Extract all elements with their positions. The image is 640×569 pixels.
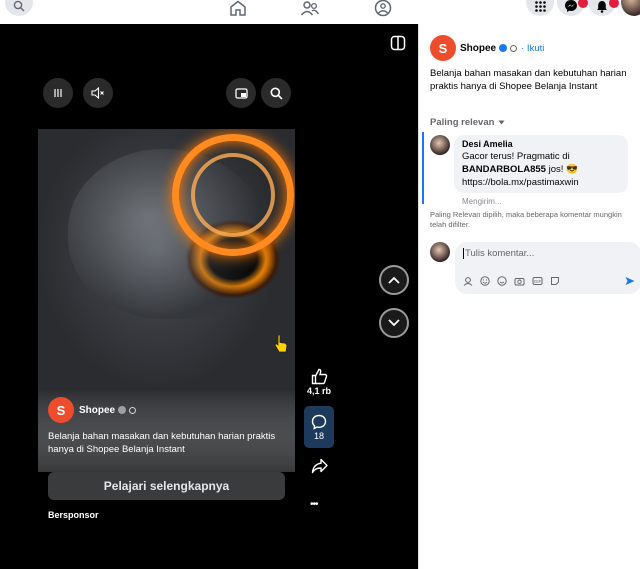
pause-icon bbox=[54, 89, 62, 97]
comment-icon bbox=[311, 414, 327, 430]
post-panel: S Shopee · Ikuti Belanja bahan masakan d… bbox=[418, 24, 640, 569]
post-caption: Belanja bahan masakan dan kebutuhan hari… bbox=[430, 68, 627, 92]
post-page-name[interactable]: Shopee bbox=[460, 43, 496, 54]
like-action[interactable]: 4,1 rb bbox=[307, 368, 331, 396]
picture-in-picture-button[interactable] bbox=[226, 78, 256, 108]
profile-avatar[interactable] bbox=[621, 0, 640, 16]
follow-button[interactable]: · Ikuti bbox=[521, 43, 544, 54]
comment-line-1: Gacor terus! Pragmatic di bbox=[462, 151, 570, 162]
search-button[interactable] bbox=[5, 0, 33, 16]
globe-icon bbox=[510, 44, 518, 52]
share-action[interactable] bbox=[311, 458, 328, 474]
video-page-name[interactable]: Shopee bbox=[79, 405, 115, 416]
top-navigation-bar bbox=[0, 0, 640, 24]
comment-composer: Tulis komentar... GIF bbox=[455, 242, 640, 294]
chevron-down-icon bbox=[388, 319, 400, 327]
comment-count: 18 bbox=[313, 430, 324, 441]
cursor-hand-icon bbox=[274, 334, 288, 354]
inner-visor-ring bbox=[191, 153, 275, 237]
expand-panel-button[interactable] bbox=[390, 35, 406, 51]
pip-icon bbox=[234, 87, 248, 99]
gif-icon[interactable]: GIF bbox=[532, 273, 543, 291]
friends-icon[interactable] bbox=[298, 0, 322, 18]
like-count: 4,1 rb bbox=[307, 386, 332, 396]
sponsored-label: Bersponsor bbox=[48, 510, 99, 520]
learn-more-button[interactable]: Pelajari selengkapnya bbox=[48, 472, 285, 500]
comment-bold-text: BANDARBOLA855 bbox=[462, 164, 546, 175]
search-icon bbox=[270, 87, 283, 100]
muted-speaker-icon bbox=[91, 87, 104, 99]
sort-label: Paling relevan bbox=[430, 117, 495, 128]
sticker-icon[interactable] bbox=[550, 273, 560, 291]
svg-text:GIF: GIF bbox=[534, 279, 542, 284]
commenter-avatar[interactable] bbox=[430, 135, 450, 155]
camera-icon[interactable] bbox=[514, 273, 525, 291]
more-options-button[interactable]: ••• bbox=[310, 499, 318, 510]
emoji-icon[interactable] bbox=[480, 273, 490, 291]
my-avatar[interactable] bbox=[430, 242, 450, 262]
shopee-logo[interactable]: S bbox=[48, 397, 74, 423]
zoom-button[interactable] bbox=[261, 78, 291, 108]
post-header: S Shopee · Ikuti bbox=[430, 35, 544, 61]
notifications-badge bbox=[609, 0, 619, 8]
filter-note: Paling Relevan dipilih, maka beberapa ko… bbox=[430, 210, 622, 229]
thumbs-up-icon bbox=[311, 368, 327, 385]
comment-line-2-rest: jos! 😎 bbox=[545, 164, 578, 175]
comment-action[interactable]: 18 bbox=[304, 406, 334, 448]
messenger-icon bbox=[565, 0, 577, 12]
comment-line-2: BANDARBOLA855 jos! 😎 bbox=[462, 164, 620, 175]
comment-highlight-bar bbox=[422, 132, 424, 204]
comment-bubble: Desi Amelia Gacor terus! Pragmatic di BA… bbox=[454, 135, 628, 193]
comment-line-3: https://bola.mx/pastimaxwin bbox=[462, 177, 579, 188]
verified-icon bbox=[118, 406, 127, 414]
caret-down-icon bbox=[498, 120, 505, 125]
mute-button[interactable] bbox=[83, 78, 113, 108]
commenter-name[interactable]: Desi Amelia bbox=[462, 139, 620, 149]
search-icon bbox=[13, 0, 25, 12]
sidebar-toggle-icon bbox=[390, 35, 406, 51]
video-page-header: S Shopee bbox=[48, 397, 137, 423]
sort-comments-button[interactable]: Paling relevan bbox=[430, 117, 505, 128]
comment-status: Mengirim... bbox=[462, 197, 502, 206]
send-comment-button[interactable] bbox=[625, 273, 635, 291]
menu-grid-button[interactable] bbox=[526, 0, 554, 16]
avatar-sticker-icon[interactable] bbox=[463, 273, 473, 291]
pause-button[interactable] bbox=[43, 78, 73, 108]
menu-grid-icon bbox=[534, 0, 546, 12]
chevron-up-icon bbox=[388, 276, 400, 284]
composer-tools: GIF bbox=[463, 273, 567, 291]
home-icon[interactable] bbox=[226, 0, 250, 18]
shopee-logo[interactable]: S bbox=[430, 35, 456, 61]
video-viewer: S Shopee Belanja bahan masakan dan kebut… bbox=[0, 24, 418, 569]
verified-icon bbox=[499, 44, 508, 52]
smiley-icon[interactable] bbox=[497, 273, 507, 291]
next-video-button[interactable] bbox=[379, 308, 409, 338]
groups-icon[interactable] bbox=[371, 0, 395, 18]
messenger-badge bbox=[578, 0, 588, 8]
previous-video-button[interactable] bbox=[379, 265, 409, 295]
video-caption: Belanja bahan masakan dan kebutuhan hari… bbox=[48, 431, 276, 455]
globe-icon bbox=[129, 406, 137, 414]
share-icon bbox=[311, 458, 328, 474]
comment-input[interactable]: Tulis komentar... bbox=[463, 248, 534, 259]
send-icon bbox=[625, 277, 635, 285]
notifications-icon bbox=[597, 0, 607, 13]
